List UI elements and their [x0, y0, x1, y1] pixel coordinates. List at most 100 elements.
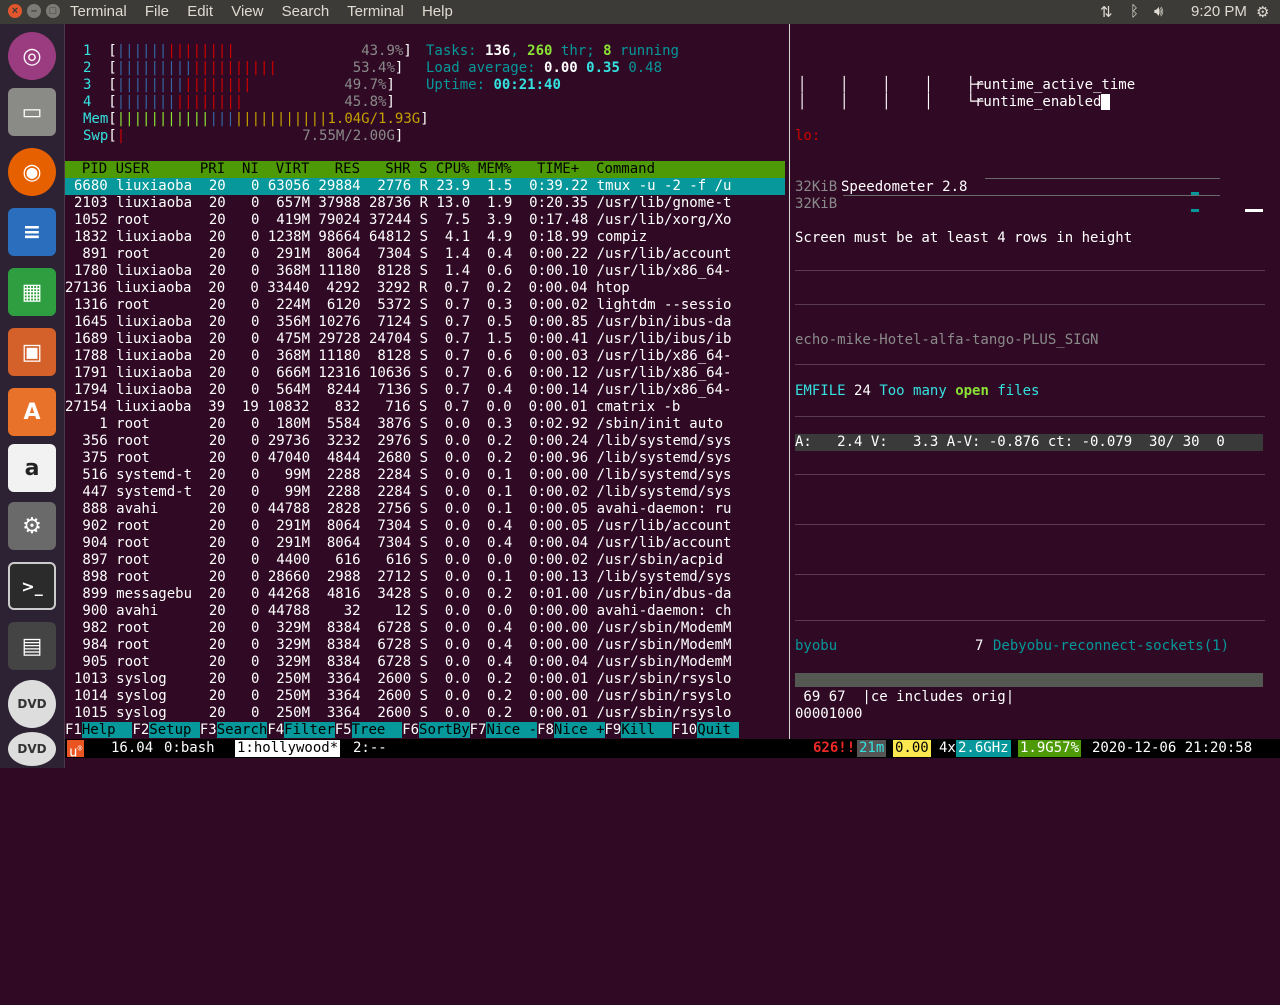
close-window-button[interactable]: × — [8, 4, 22, 18]
files-icon[interactable]: ▭ — [8, 88, 56, 136]
fkey-1[interactable]: F2 — [132, 722, 149, 738]
fkey-label-0[interactable]: Help — [81, 722, 133, 738]
process-row[interactable]: 904 root 20 0 291M 8064 7304 S 0.0 0.4 0… — [74, 535, 731, 552]
process-row[interactable]: 982 root 20 0 329M 8384 6728 S 0.0 0.4 0… — [74, 620, 731, 637]
fkey-6[interactable]: F7 — [470, 722, 487, 738]
network-icon[interactable]: ⇅ — [1100, 3, 1113, 21]
process-row[interactable]: 898 root 20 0 28660 2988 2712 S 0.0 0.1 … — [74, 569, 731, 586]
process-row[interactable]: 1832 liuxiaoba 20 0 1238M 98664 64812 S … — [74, 229, 647, 246]
save-icon[interactable]: ▤ — [8, 622, 56, 670]
maximize-window-button[interactable]: □ — [46, 4, 60, 18]
settings-icon[interactable]: ⚙ — [8, 502, 56, 550]
window-tab-2[interactable]: 2:-- — [351, 740, 389, 757]
menu-app-terminal[interactable]: Terminal — [70, 3, 127, 20]
fkey-label-6[interactable]: Nice - — [486, 722, 538, 738]
process-row[interactable]: 1645 liuxiaoba 20 0 356M 10276 7124 S 0.… — [74, 314, 731, 331]
fkey-label-2[interactable]: Search — [216, 722, 268, 738]
process-row[interactable]: 27154 liuxiaoba 39 19 10832 832 716 S 0.… — [65, 399, 680, 416]
process-row[interactable]: 1014 syslog 20 0 250M 3364 2600 S 0.0 0.… — [74, 688, 731, 705]
menu-file[interactable]: File — [145, 3, 169, 20]
window-tab-0[interactable]: 0:bash — [162, 740, 217, 757]
fkey-0[interactable]: F1 — [65, 722, 82, 738]
process-row[interactable]: 6680 liuxiaoba 20 0 63056 29884 2776 R 2… — [74, 178, 731, 195]
fkey-2[interactable]: F3 — [200, 722, 217, 738]
fkey-label-7[interactable]: Nice + — [553, 722, 605, 738]
process-row[interactable]: 897 root 20 0 4400 616 616 S 0.0 0.0 0:0… — [74, 552, 723, 569]
menu-terminal[interactable]: Terminal — [347, 3, 404, 20]
terminal-window[interactable]: 1 [|||||||||||||| 43.9%] 2 [||||||||||||… — [65, 24, 1280, 768]
app-menu: Terminal File Edit View Search Terminal … — [70, 3, 467, 20]
tree-runtime-active: runtime_active_time — [975, 77, 1136, 93]
gear-icon[interactable]: ⚙ — [1256, 3, 1269, 21]
fkey-label-9[interactable]: Quit — [697, 722, 740, 738]
process-row[interactable]: 1791 liuxiaoba 20 0 666M 12316 10636 S 0… — [74, 365, 731, 382]
cpu-freq: 2.6GHz — [956, 740, 1011, 757]
window-tab-1-active[interactable]: 1:hollywood* — [235, 740, 341, 757]
process-row[interactable]: 984 root 20 0 329M 8384 6728 S 0.0 0.4 0… — [74, 637, 731, 654]
fkey-9[interactable]: F10 — [672, 722, 697, 738]
process-row[interactable]: 2103 liuxiaoba 20 0 657M 37988 28736 R 1… — [74, 195, 731, 212]
load-average-badge: 0.00 — [893, 740, 931, 757]
fkey-5[interactable]: F6 — [402, 722, 419, 738]
clock[interactable]: 9:20 PM — [1191, 3, 1247, 20]
process-row[interactable]: 899 messagebu 20 0 44268 4816 3428 S 0.0… — [74, 586, 731, 603]
process-row[interactable]: 1689 liuxiaoba 20 0 475M 29728 24704 S 0… — [74, 331, 731, 348]
writer-icon[interactable]: ≡ — [8, 208, 56, 256]
process-row[interactable]: 905 root 20 0 329M 8384 6728 S 0.0 0.4 0… — [74, 654, 731, 671]
fkey-8[interactable]: F9 — [605, 722, 622, 738]
process-row[interactable]: 356 root 20 0 29736 3232 2976 S 0.0 0.2 … — [74, 433, 731, 450]
pane-divider[interactable] — [789, 24, 790, 746]
process-row[interactable]: 891 root 20 0 291M 8064 7304 S 1.4 0.4 0… — [74, 246, 731, 263]
byobu-label: byobu — [795, 638, 838, 654]
hex-bar — [795, 673, 1263, 687]
impress-icon[interactable]: ▣ — [8, 328, 56, 376]
process-row[interactable]: 1316 root 20 0 224M 6120 5372 S 0.7 0.3 … — [74, 297, 731, 314]
menu-view[interactable]: View — [231, 3, 263, 20]
process-row[interactable]: 1052 root 20 0 419M 79024 37244 S 7.5 3.… — [74, 212, 731, 229]
bluetooth-icon[interactable]: ᛒ — [1130, 3, 1139, 20]
process-row[interactable]: 1015 syslog 20 0 250M 3364 2600 S 0.0 0.… — [74, 705, 731, 722]
process-row[interactable]: 900 avahi 20 0 44788 32 12 S 0.0 0.0 0:0… — [74, 603, 731, 620]
process-table-header[interactable]: PID USER PRI NI VIRT RES SHR S CPU% MEM%… — [65, 161, 785, 178]
process-row[interactable]: 888 avahi 20 0 44788 2828 2756 S 0.0 0.1… — [74, 501, 731, 518]
process-row[interactable]: 375 root 20 0 47040 4844 2680 S 0.0 0.2 … — [74, 450, 731, 467]
process-row[interactable]: 1013 syslog 20 0 250M 3364 2600 S 0.0 0.… — [74, 671, 731, 688]
fkey-label-3[interactable]: Filter — [284, 722, 335, 738]
fkey-label-5[interactable]: SortBy — [419, 722, 470, 738]
volume-icon[interactable]: 🔊︎ — [1154, 3, 1163, 20]
calc-icon[interactable]: ▦ — [8, 268, 56, 316]
load-average: Load average: 0.00 0.35 0.48 — [426, 60, 663, 76]
menu-edit[interactable]: Edit — [187, 3, 213, 20]
firefox-icon[interactable]: ◉ — [8, 148, 56, 196]
byobu-status-bar: u® 16.04 0:bash 1:hollywood* 2:-- 626!! … — [65, 739, 1280, 761]
menu-search[interactable]: Search — [282, 3, 330, 20]
dvd-icon[interactable]: DVD — [8, 680, 56, 728]
fkey-3[interactable]: F4 — [267, 722, 284, 738]
terminal-icon[interactable]: >_ — [8, 562, 56, 610]
process-row[interactable]: 1794 liuxiaoba 20 0 564M 8244 7136 S 0.7… — [74, 382, 731, 399]
minimize-window-button[interactable]: – — [27, 4, 41, 18]
process-row[interactable]: 27136 liuxiaoba 20 0 33440 4292 3292 R 0… — [65, 280, 630, 297]
speedo-line-2 — [843, 195, 1220, 196]
ubuntu-dash-icon[interactable]: ◎ — [8, 32, 56, 80]
software-center-icon[interactable]: A — [8, 388, 56, 436]
process-row[interactable]: 1780 liuxiaoba 20 0 368M 11180 8128 S 1.… — [74, 263, 731, 280]
launcher: ◎ ▭ ◉ ≡ ▦ ▣ A a ⚙ >_ ▤ DVD DVD — [0, 24, 65, 768]
separator-3 — [795, 364, 1265, 365]
byobu-count: 7 — [975, 638, 984, 654]
fkey-label-8[interactable]: Kill — [621, 722, 672, 738]
process-row[interactable]: 447 systemd-t 20 0 99M 2288 2284 S 0.0 0… — [74, 484, 731, 501]
fkey-label-1[interactable]: Setup — [149, 722, 200, 738]
menu-help[interactable]: Help — [422, 3, 453, 20]
amazon-icon[interactable]: a — [8, 444, 56, 492]
fkey-label-4[interactable]: Tree — [351, 722, 403, 738]
process-row[interactable]: 1 root 20 0 180M 5584 3876 S 0.0 0.3 0:0… — [74, 416, 723, 433]
function-key-bar: F1Help F2Setup F3SearchF4FilterF5Tree F6… — [65, 722, 789, 739]
process-row[interactable]: 516 systemd-t 20 0 99M 2288 2284 S 0.0 0… — [74, 467, 731, 484]
fkey-4[interactable]: F5 — [335, 722, 352, 738]
fkey-7[interactable]: F8 — [537, 722, 554, 738]
process-row[interactable]: 902 root 20 0 291M 8064 7304 S 0.0 0.4 0… — [74, 518, 731, 535]
process-row[interactable]: 1788 liuxiaoba 20 0 368M 11180 8128 S 0.… — [74, 348, 731, 365]
dvd-icon-2[interactable]: DVD — [8, 732, 56, 766]
screen-warning: Screen must be at least 4 rows in height — [795, 230, 1133, 246]
